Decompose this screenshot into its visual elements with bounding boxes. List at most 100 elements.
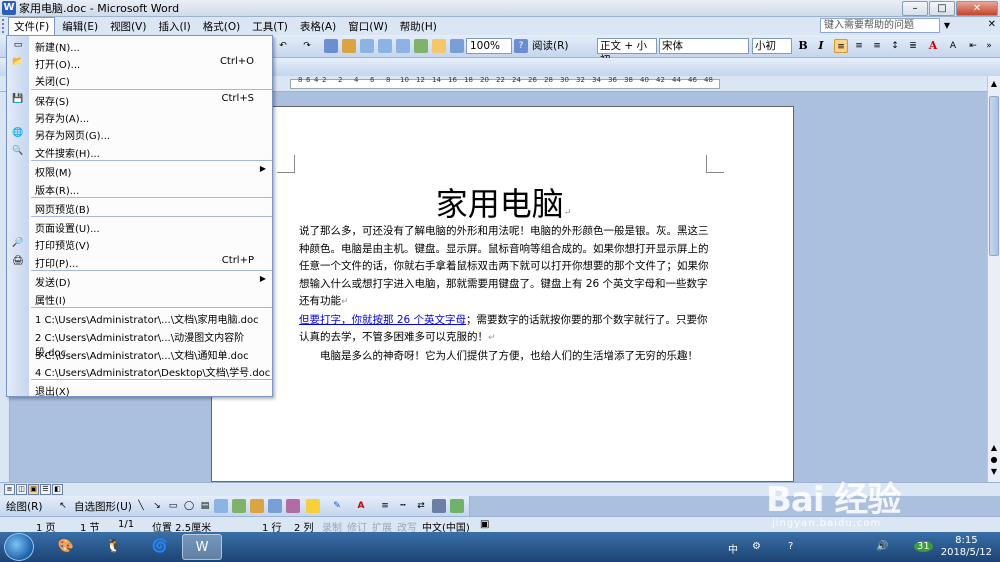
start-button[interactable] <box>4 533 34 561</box>
document-heading[interactable]: 家用电脑↵ <box>212 179 795 225</box>
menu-view[interactable]: 视图(V) <box>105 18 151 35</box>
font-select[interactable]: 宋体 <box>659 38 749 54</box>
oval-icon[interactable]: ◯ <box>182 499 196 513</box>
align-center-icon[interactable]: ≡ <box>834 39 848 53</box>
menu-help[interactable]: 帮助(H) <box>395 18 442 35</box>
picture-icon[interactable] <box>286 499 300 513</box>
document-map-icon[interactable] <box>432 39 446 53</box>
menu-item-permission[interactable]: 权限(M) ▶ <box>7 161 272 179</box>
menu-item-save[interactable]: 💾 保存(S) Ctrl+S <box>7 90 272 108</box>
arrow-icon[interactable]: ↘ <box>150 499 164 513</box>
reading-view-icon[interactable]: ◧ <box>52 484 63 495</box>
menu-item-recent-3[interactable]: 3 C:\Users\Administrator\...\文档\通知单.doc <box>7 344 272 362</box>
tray-badge[interactable]: 31 <box>914 541 933 552</box>
shadow-icon[interactable] <box>432 499 446 513</box>
media-player-icon[interactable]: 🎨 <box>46 534 86 560</box>
browser-icon[interactable]: 🌀 <box>140 534 180 560</box>
document-close-icon[interactable]: ✕ <box>988 19 996 30</box>
autoshapes-button[interactable]: 自选图形(U) <box>74 499 132 514</box>
line-icon[interactable]: ╲ <box>134 499 148 513</box>
dash-style-icon[interactable]: ┅ <box>396 499 410 513</box>
drawing-icon[interactable] <box>414 39 428 53</box>
arrow-style-icon[interactable]: ⇄ <box>414 499 428 513</box>
menu-item-new[interactable]: ▭ 新建(N)... <box>7 36 272 54</box>
minimize-button[interactable]: – <box>902 1 928 16</box>
fill-color-icon[interactable] <box>306 499 320 513</box>
scroll-thumb[interactable] <box>989 96 999 256</box>
menu-item-close[interactable]: 关闭(C) <box>7 70 272 88</box>
font-color-button[interactable]: A <box>926 39 940 53</box>
insert-table-icon[interactable] <box>360 39 374 53</box>
textbox-icon[interactable]: ▤ <box>198 499 212 513</box>
menu-item-file-search[interactable]: 🔍 文件搜索(H)... <box>7 142 272 160</box>
prev-page-icon[interactable]: ▲ <box>988 442 1000 454</box>
justify-icon[interactable]: ≡ <box>870 39 884 53</box>
print-view-icon[interactable]: ▣ <box>28 484 39 495</box>
select-objects-icon[interactable]: ↖ <box>56 499 70 513</box>
style-select[interactable]: 正文 + 小初 <box>597 38 657 66</box>
read-mode-button[interactable]: 阅读(R) <box>532 38 569 53</box>
volume-icon[interactable]: 🔊 <box>876 541 888 552</box>
menu-item-recent-2[interactable]: 2 C:\Users\Administrator\...\动漫图文内容阶段.do… <box>7 326 272 359</box>
outline-view-icon[interactable]: ☰ <box>40 484 51 495</box>
menu-tools[interactable]: 工具(T) <box>247 18 293 35</box>
menu-format[interactable]: 格式(O) <box>198 18 245 35</box>
tray-settings-icon[interactable]: ⚙ <box>752 541 761 552</box>
columns-icon[interactable] <box>396 39 410 53</box>
draw-menu-button[interactable]: 绘图(R) <box>6 499 43 514</box>
font-color-icon[interactable]: A <box>354 499 368 513</box>
menu-table[interactable]: 表格(A) <box>295 18 341 35</box>
redo-icon[interactable]: ↷ <box>300 39 314 53</box>
document-page[interactable]: 家用电脑↵ 说了那么多，可还没有了解电脑的外形和用法呢！电脑的外形颜色一般是银。… <box>211 106 794 482</box>
numbering-icon[interactable]: ≣ <box>906 39 920 53</box>
help-icon[interactable]: ? <box>514 39 528 53</box>
italic-button[interactable]: I <box>814 39 828 53</box>
hyperlink-icon[interactable] <box>324 39 338 53</box>
spelling-status-icon[interactable]: ▣ <box>480 519 489 530</box>
menu-item-versions[interactable]: 版本(R)... <box>7 179 272 197</box>
scroll-up-icon[interactable]: ▲ <box>988 78 1000 90</box>
line-spacing-icon[interactable]: ↕ <box>888 39 902 53</box>
menu-item-properties[interactable]: 属性(I) <box>7 289 272 307</box>
bold-button[interactable]: B <box>796 39 810 53</box>
document-body[interactable]: 说了那么多，可还没有了解电脑的外形和用法呢！电脑的外形颜色一般是银。灰。黑这三种… <box>299 223 709 365</box>
hyperlink-text[interactable]: 但要打字，你就按那 26 个英文字母 <box>299 314 466 326</box>
maximize-button[interactable]: □ <box>929 1 955 16</box>
menu-item-save-as[interactable]: 另存为(A)... <box>7 107 272 125</box>
vertical-scrollbar[interactable]: ▲ ▲ ● ▼ <box>987 76 1000 482</box>
zoom-select[interactable]: 100% <box>466 38 512 54</box>
toolbar-options-icon[interactable]: » <box>982 39 996 53</box>
wordart-icon[interactable] <box>232 499 246 513</box>
menu-item-recent-1[interactable]: 1 C:\Users\Administrator\...\文档\家用电脑.doc <box>7 308 272 326</box>
rectangle-icon[interactable]: ▭ <box>166 499 180 513</box>
menu-item-print-preview[interactable]: 🔎 打印预览(V) <box>7 234 272 252</box>
ime-indicator[interactable]: 中 <box>728 541 738 556</box>
highlight-icon[interactable]: A <box>946 39 960 53</box>
normal-view-icon[interactable]: ≡ <box>4 484 15 495</box>
help-dropdown-icon[interactable]: ▼ <box>941 18 953 33</box>
clock[interactable]: 8:15 2018/5/12 <box>941 535 992 559</box>
align-right-icon[interactable]: ≡ <box>852 39 866 53</box>
menu-edit[interactable]: 编辑(E) <box>57 18 103 35</box>
tray-help-icon[interactable]: ? <box>788 541 793 552</box>
show-hide-icon[interactable] <box>450 39 464 53</box>
diagram-icon[interactable] <box>250 499 264 513</box>
qq-icon[interactable]: 🐧 <box>94 534 134 560</box>
vertical-textbox-icon[interactable] <box>214 499 228 513</box>
menu-item-web-preview[interactable]: 网页预览(B) <box>7 198 272 216</box>
menu-insert[interactable]: 插入(I) <box>153 18 195 35</box>
menu-item-open[interactable]: 📂 打开(O)... Ctrl+O <box>7 53 272 71</box>
help-search-input[interactable]: 键入需要帮助的问题 <box>820 18 940 33</box>
menu-item-page-setup[interactable]: 页面设置(U)... <box>7 217 272 235</box>
menu-item-print[interactable]: 🖨 打印(P)... Ctrl+P <box>7 252 272 270</box>
browse-object-icon[interactable]: ● <box>988 454 1000 466</box>
close-button[interactable]: ✕ <box>956 1 998 16</box>
menu-window[interactable]: 窗口(W) <box>343 18 393 35</box>
menu-item-save-as-web[interactable]: 🌐 另存为网页(G)... <box>7 124 272 142</box>
menu-item-recent-4[interactable]: 4 C:\Users\Administrator\Desktop\文档\学号.d… <box>7 361 272 379</box>
font-size-select[interactable]: 小初 <box>752 38 792 54</box>
menu-item-send[interactable]: 发送(D) ▶ <box>7 271 272 289</box>
word-taskbar-icon[interactable]: W <box>182 534 222 560</box>
next-page-icon[interactable]: ▼ <box>988 466 1000 478</box>
insert-excel-icon[interactable] <box>378 39 392 53</box>
